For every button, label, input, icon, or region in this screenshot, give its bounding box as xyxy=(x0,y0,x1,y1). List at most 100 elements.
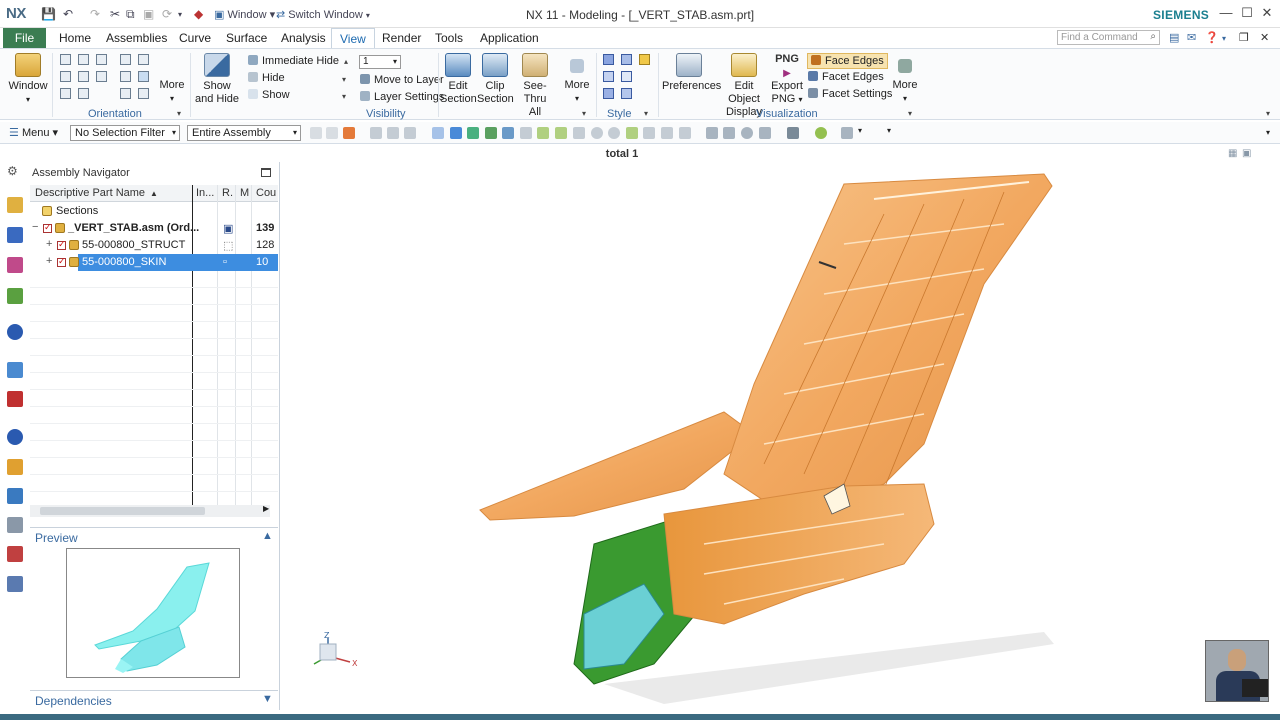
bounded-grid-icon[interactable] xyxy=(643,127,655,139)
toolbar-collapse-icon[interactable]: ▾ xyxy=(1266,128,1270,137)
column-information[interactable]: In... xyxy=(196,187,214,199)
orient-back-icon[interactable] xyxy=(60,88,71,99)
intersection-point-icon[interactable] xyxy=(537,127,549,139)
switch-window-menu[interactable]: ⇄ Switch Window ▾ xyxy=(276,8,370,21)
selection-mode-icon[interactable] xyxy=(387,127,399,139)
visibility-more-button[interactable]: More ▾ xyxy=(562,53,592,105)
end-point-icon[interactable] xyxy=(485,127,497,139)
hide-button[interactable]: Hide xyxy=(248,72,285,84)
preferences-button[interactable]: Preferences xyxy=(662,53,721,93)
ribbon-options-icon[interactable]: ▤ xyxy=(1169,31,1179,44)
horizontal-stabilizer-shape[interactable] xyxy=(479,411,755,521)
work-layer-combo[interactable]: 1 ▾ xyxy=(359,55,401,69)
customize-icon[interactable]: ✉ xyxy=(1187,31,1196,44)
layer-settings-button[interactable]: Layer Settings xyxy=(360,91,444,103)
toolbar-options-dropdown-icon[interactable]: ▾ xyxy=(887,126,891,135)
reuse-library-icon[interactable] xyxy=(7,288,23,304)
tab-assemblies[interactable]: Assemblies xyxy=(98,28,175,48)
vertical-stabilizer-model[interactable]: Z X xyxy=(284,144,1280,714)
tab-curve[interactable]: Curve xyxy=(171,28,219,48)
help-dropdown-icon[interactable]: ▾ xyxy=(1222,34,1226,43)
orient-bottom-icon[interactable] xyxy=(78,88,89,99)
drafting-standard-icon[interactable] xyxy=(7,576,23,592)
tab-tools[interactable]: Tools xyxy=(427,28,471,48)
dependencies-section-header[interactable]: Dependencies ▼ xyxy=(30,690,278,708)
expand-icon[interactable]: + xyxy=(46,255,52,267)
show-and-hide-button[interactable]: Show and Hide xyxy=(194,53,240,106)
cut-icon[interactable]: ✂ xyxy=(110,7,120,21)
curve-rule-icon[interactable] xyxy=(432,127,444,139)
resource-settings-icon[interactable]: ⚙ xyxy=(7,164,23,180)
column-read-only[interactable]: R. xyxy=(222,187,233,199)
work-view-icon[interactable] xyxy=(706,127,718,139)
move-to-layer-button[interactable]: Move to Layer xyxy=(360,74,444,86)
menu-button[interactable]: ☰ Menu ▾ xyxy=(9,126,58,139)
visibility-checkbox[interactable] xyxy=(43,222,52,233)
orient-top-icon[interactable] xyxy=(96,54,107,65)
partially-shaded-icon[interactable] xyxy=(621,88,632,99)
process-studio-icon[interactable] xyxy=(7,391,23,407)
point-on-curve-icon[interactable] xyxy=(608,127,620,139)
chevron-down-icon[interactable]: ▼ xyxy=(262,693,273,705)
tab-file[interactable]: File xyxy=(3,28,46,48)
column-descriptive-part-name[interactable]: Descriptive Part Name xyxy=(35,187,145,199)
close-child-icon[interactable]: ✕ xyxy=(1260,31,1269,44)
tab-home[interactable]: Home xyxy=(51,28,99,48)
face-rule-icon[interactable] xyxy=(450,127,462,139)
manufacturing-wizards-icon[interactable] xyxy=(7,517,23,533)
roles-icon[interactable] xyxy=(7,429,23,445)
orient-front-icon[interactable] xyxy=(60,71,71,82)
edit-section-button[interactable]: Edit Section xyxy=(440,53,477,106)
control-point-icon[interactable] xyxy=(520,127,532,139)
column-modified[interactable]: M xyxy=(240,187,249,199)
style-group-dropdown-icon[interactable]: ▾ xyxy=(644,109,648,118)
pan-icon[interactable] xyxy=(120,71,131,82)
facet-settings-button[interactable]: Facet Settings xyxy=(808,88,892,100)
visibility-checkbox[interactable] xyxy=(57,239,66,250)
tab-view[interactable]: View xyxy=(331,28,375,48)
restore-child-icon[interactable]: ❐ xyxy=(1239,31,1249,44)
quick-access-dropdown-icon[interactable]: ▾ xyxy=(178,10,182,19)
quadrant-point-icon[interactable] xyxy=(573,127,585,139)
part-navigator-icon[interactable] xyxy=(7,257,23,273)
tab-application[interactable]: Application xyxy=(472,28,547,48)
rotate-icon[interactable] xyxy=(138,71,149,82)
selection-reset-icon[interactable] xyxy=(679,127,691,139)
close-icon[interactable]: ✕ xyxy=(1259,5,1275,21)
studio-icon[interactable] xyxy=(639,54,650,65)
immediate-hide-button[interactable]: Immediate Hide xyxy=(248,55,339,67)
chevron-up-icon[interactable]: ▲ xyxy=(262,530,273,542)
grid-icon[interactable] xyxy=(759,127,771,139)
select-all-icon[interactable] xyxy=(310,127,322,139)
tree-row-struct[interactable]: + 55-000800_STRUCT ⬚ 128 xyxy=(30,237,278,254)
facet-edges-button[interactable]: Facet Edges xyxy=(808,71,884,83)
hide-dropdown-icon[interactable]: ▾ xyxy=(342,75,346,84)
collapse-icon[interactable]: − xyxy=(32,221,38,233)
orient-left-icon[interactable] xyxy=(96,71,107,82)
rectangle-select-icon[interactable] xyxy=(404,127,416,139)
minimize-icon[interactable]: — xyxy=(1218,5,1234,20)
restore-icon[interactable] xyxy=(138,88,149,99)
window-menu[interactable]: ▣ Window ▾ xyxy=(214,8,275,21)
view-triad-icon[interactable] xyxy=(723,127,735,139)
clip-section-button[interactable]: Clip Section xyxy=(477,53,514,106)
tree-row-skin[interactable]: + 55-000800_SKIN ▫ 10 xyxy=(30,254,278,271)
existing-point-icon[interactable] xyxy=(591,127,603,139)
show-dropdown-icon[interactable]: ▾ xyxy=(342,92,346,101)
body-rule-icon[interactable] xyxy=(467,127,479,139)
maximize-panel-icon[interactable] xyxy=(261,168,271,177)
snap-point-icon[interactable] xyxy=(661,127,673,139)
repeat-command-icon[interactable]: ⟳ xyxy=(162,7,172,21)
hide-options-dropdown-icon[interactable]: ▴ xyxy=(344,57,348,66)
orient-right-icon[interactable] xyxy=(78,71,89,82)
vertical-fin-shape[interactable] xyxy=(723,173,1053,515)
scroll-right-icon[interactable]: ▶ xyxy=(263,504,269,513)
zoom-icon[interactable] xyxy=(138,54,149,65)
face-edges-button[interactable]: Face Edges xyxy=(807,53,888,69)
web-browser-icon[interactable] xyxy=(7,324,23,340)
undo-icon[interactable]: ↶ xyxy=(63,7,73,21)
toolbar-more-dropdown-icon[interactable]: ▾ xyxy=(858,126,862,135)
graphics-window[interactable]: total 1 ▦ ▣ Z X xyxy=(284,144,1280,714)
lights-icon[interactable] xyxy=(815,127,827,139)
deselect-icon[interactable] xyxy=(326,127,338,139)
